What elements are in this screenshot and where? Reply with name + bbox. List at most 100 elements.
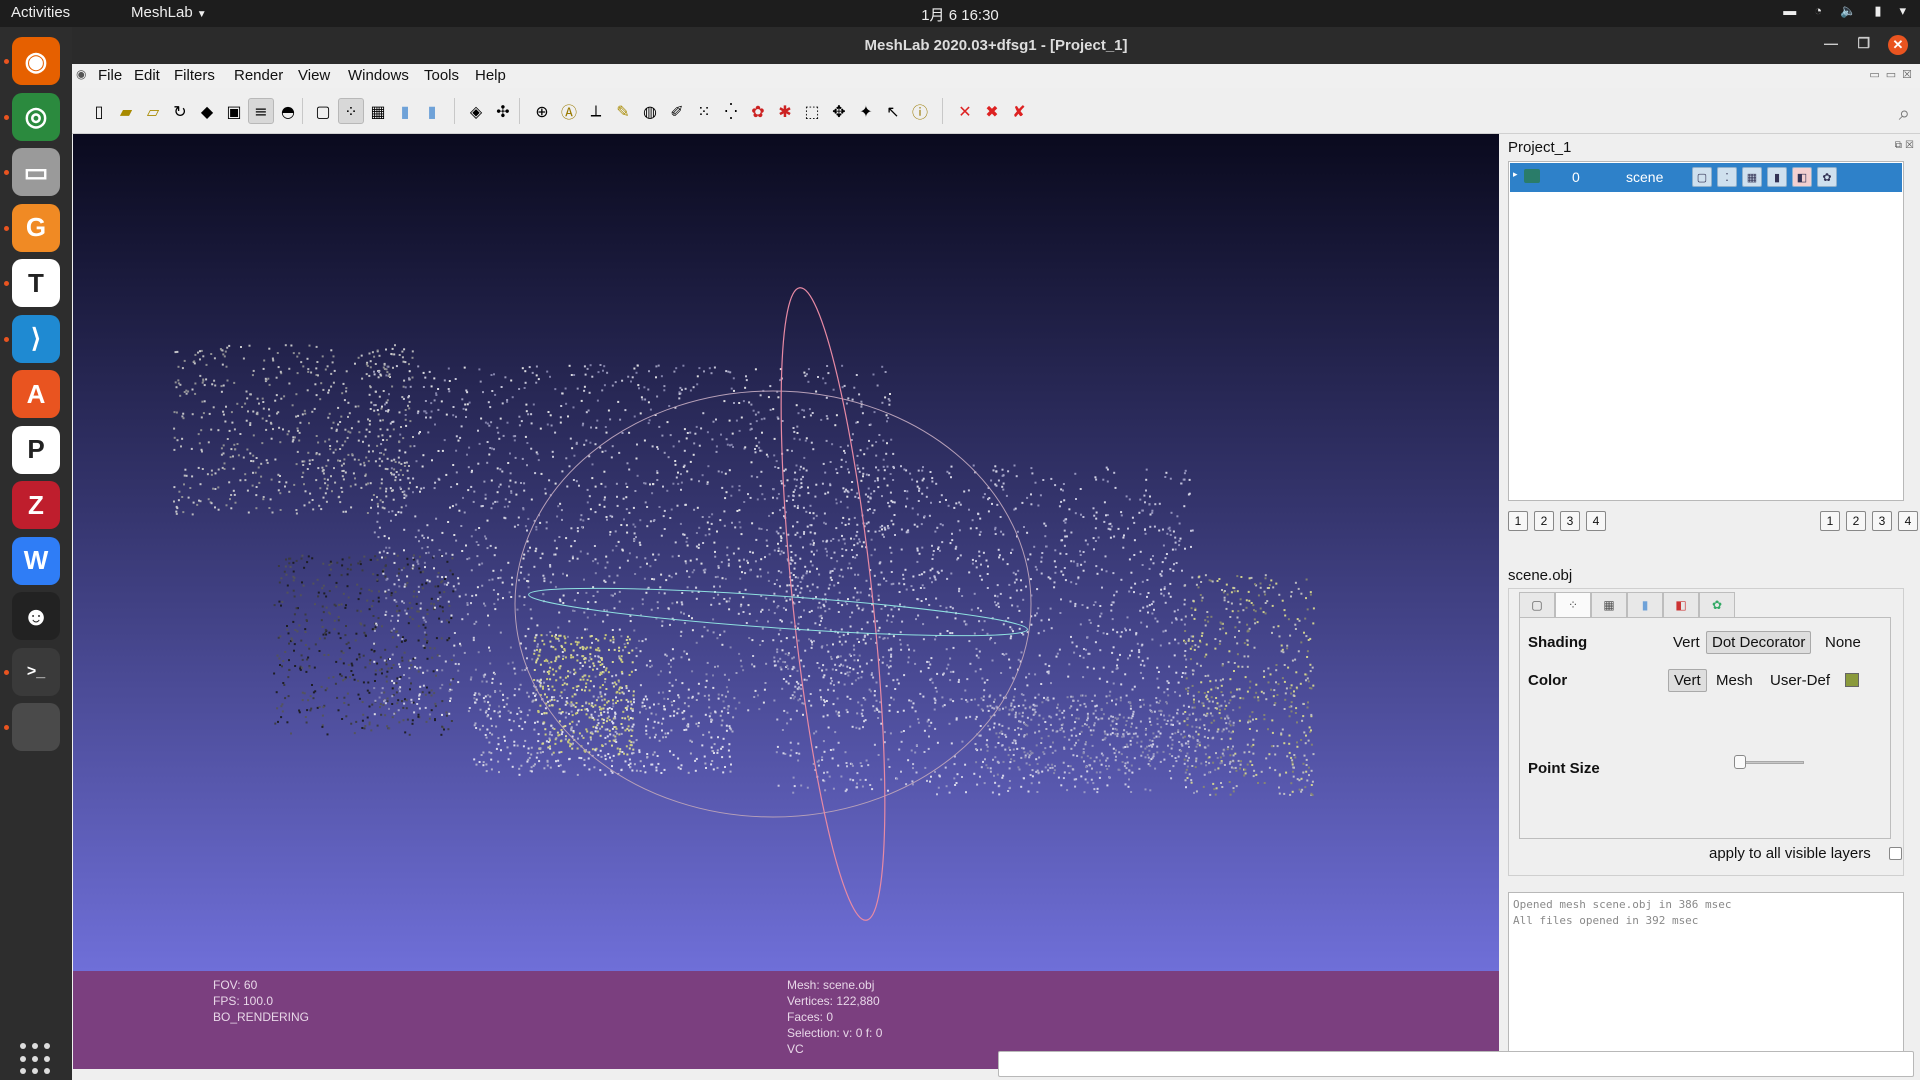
log-console[interactable]: Opened mesh scene.obj in 386 msec All fi…: [1508, 892, 1904, 1072]
clock[interactable]: 1月 6 16:30: [921, 4, 999, 25]
vscode-icon[interactable]: ⟩: [12, 314, 60, 363]
show-applications-icon[interactable]: [20, 1043, 52, 1075]
annotate-icon[interactable]: Ⓐ: [556, 98, 582, 124]
import-mesh-icon[interactable]: ▱: [140, 98, 166, 124]
system-tray[interactable]: ▬ ◔ 🔈 ▮ ▾: [1783, 3, 1906, 19]
point-cloud-render[interactable]: [73, 134, 1499, 971]
restore-icon[interactable]: ▭: [1886, 68, 1896, 81]
tab-decorators[interactable]: ✿: [1699, 592, 1735, 618]
z-painting-icon[interactable]: ↖: [880, 98, 906, 124]
battery-icon[interactable]: ▮: [1874, 3, 1881, 19]
align-icon[interactable]: ✎: [610, 98, 636, 124]
keyboard-icon[interactable]: ▬: [1783, 3, 1796, 19]
qq-penguin-icon[interactable]: ☻: [12, 592, 60, 640]
user-color-swatch[interactable]: [1845, 673, 1859, 687]
slot-1-button[interactable]: 1: [1508, 511, 1528, 531]
pick-points-icon[interactable]: ✦: [853, 98, 879, 124]
reload-icon[interactable]: ↻: [167, 98, 193, 124]
flat-lines-icon[interactable]: ▮: [392, 98, 418, 124]
menu-windows[interactable]: Windows: [348, 67, 409, 84]
writer-icon[interactable]: W: [12, 536, 60, 585]
select-region-icon[interactable]: ⬚: [799, 98, 825, 124]
smooth-icon[interactable]: ▮: [419, 98, 445, 124]
expand-arrow-icon[interactable]: ▸: [1513, 169, 1518, 180]
meshlab-icon[interactable]: [12, 703, 60, 751]
menu-help[interactable]: Help: [475, 67, 506, 84]
menu-tools[interactable]: Tools: [424, 67, 459, 84]
chevron-down-icon[interactable]: ▾: [1899, 3, 1906, 19]
slot-2-button[interactable]: 2: [1846, 511, 1866, 531]
light-icon[interactable]: ◓: [275, 98, 301, 124]
document-icon[interactable]: ◉: [76, 67, 86, 81]
slot-4-button[interactable]: 4: [1898, 511, 1918, 531]
new-project-icon[interactable]: ▯: [86, 98, 112, 124]
shading-dot-decorator-option[interactable]: Dot Decorator: [1706, 631, 1812, 654]
menu-filters[interactable]: Filters: [174, 67, 215, 84]
shading-vert-option[interactable]: Vert: [1668, 632, 1705, 653]
decorator-toggle-icon[interactable]: ✿: [1817, 167, 1837, 187]
slot-2-button[interactable]: 2: [1534, 511, 1554, 531]
app-menu[interactable]: MeshLab ▼: [131, 4, 207, 21]
wireframe-toggle-icon[interactable]: ▦: [1742, 167, 1762, 187]
snapshot-icon[interactable]: ▣: [221, 98, 247, 124]
firefox-icon[interactable]: ◉: [12, 37, 60, 85]
slot-4-button[interactable]: 4: [1586, 511, 1606, 531]
bounding-box-icon[interactable]: ▢: [310, 98, 336, 124]
tab-points[interactable]: ⁘: [1555, 592, 1591, 618]
search-icon[interactable]: ⌕: [1899, 101, 1910, 125]
slot-1-button[interactable]: 1: [1820, 511, 1840, 531]
apply-all-layers-checkbox[interactable]: [1889, 847, 1902, 860]
select-faces-icon[interactable]: ⁛: [718, 98, 744, 124]
close-icon[interactable]: ✕: [1888, 35, 1908, 55]
layer-row[interactable]: ▸ 0 scene ▢ ⁚ ▦ ▮ ◧ ✿: [1510, 163, 1902, 192]
tab-texture[interactable]: ◧: [1663, 592, 1699, 618]
tab-bbox[interactable]: ▢: [1519, 592, 1555, 618]
layers-list[interactable]: ▸ 0 scene ▢ ⁚ ▦ ▮ ◧ ✿: [1508, 161, 1904, 501]
color-user-def-option[interactable]: User-Def: [1765, 670, 1835, 691]
software-center-icon[interactable]: A: [12, 370, 60, 418]
restore-icon[interactable]: ❐: [1857, 35, 1870, 52]
georef-icon[interactable]: ✱: [772, 98, 798, 124]
point-size-slider-track[interactable]: [1738, 761, 1804, 764]
presentation-icon[interactable]: P: [12, 425, 60, 474]
filezilla-icon[interactable]: Z: [12, 481, 60, 529]
pdf-editor-icon[interactable]: G: [12, 203, 60, 252]
wireframe-icon[interactable]: ▦: [365, 98, 391, 124]
slot-3-button[interactable]: 3: [1560, 511, 1580, 531]
trackball-icon[interactable]: ⊕: [529, 98, 555, 124]
delete-vertices-icon[interactable]: ✕: [952, 98, 978, 124]
layers-icon[interactable]: ≡: [248, 98, 274, 124]
texture-icon[interactable]: ◈: [463, 98, 489, 124]
close-icon[interactable]: ☒: [1902, 68, 1912, 81]
volume-icon[interactable]: 🔈: [1840, 3, 1856, 19]
wifi-icon[interactable]: ◔: [1814, 3, 1822, 19]
activities-button[interactable]: Activities: [11, 4, 70, 21]
color-vert-option[interactable]: Vert: [1668, 669, 1707, 692]
select-vertices-icon[interactable]: ⁙: [691, 98, 717, 124]
color-mesh-option[interactable]: Mesh: [1711, 670, 1758, 691]
panel-controls[interactable]: ⧉ ☒: [1895, 140, 1914, 151]
menu-edit[interactable]: Edit: [134, 67, 160, 84]
menu-view[interactable]: View: [298, 67, 330, 84]
delete-all-icon[interactable]: ✘: [1006, 98, 1032, 124]
select-connected-icon[interactable]: ✥: [826, 98, 852, 124]
point-size-slider-handle[interactable]: [1734, 755, 1746, 769]
export-mesh-icon[interactable]: ◆: [194, 98, 220, 124]
texture-toggle-icon[interactable]: ◧: [1792, 167, 1812, 187]
terminal-icon[interactable]: >_: [12, 647, 60, 696]
bbox-toggle-icon[interactable]: ▢: [1692, 167, 1712, 187]
3d-viewport[interactable]: [73, 134, 1499, 971]
info-icon[interactable]: ⓘ: [907, 98, 933, 124]
delete-faces-icon[interactable]: ✖: [979, 98, 1005, 124]
text-editor-icon[interactable]: T: [12, 259, 60, 307]
menu-render[interactable]: Render: [234, 67, 283, 84]
open-project-icon[interactable]: ▰: [113, 98, 139, 124]
slot-3-button[interactable]: 3: [1872, 511, 1892, 531]
visibility-eye-icon[interactable]: [1524, 169, 1540, 183]
raster-icon[interactable]: ◍: [637, 98, 663, 124]
axis-icon[interactable]: ✣: [490, 98, 516, 124]
files-icon[interactable]: ▭: [12, 148, 60, 196]
points-icon[interactable]: ⁘: [338, 98, 364, 124]
paint-icon[interactable]: ✐: [664, 98, 690, 124]
menu-file[interactable]: File: [98, 67, 122, 84]
